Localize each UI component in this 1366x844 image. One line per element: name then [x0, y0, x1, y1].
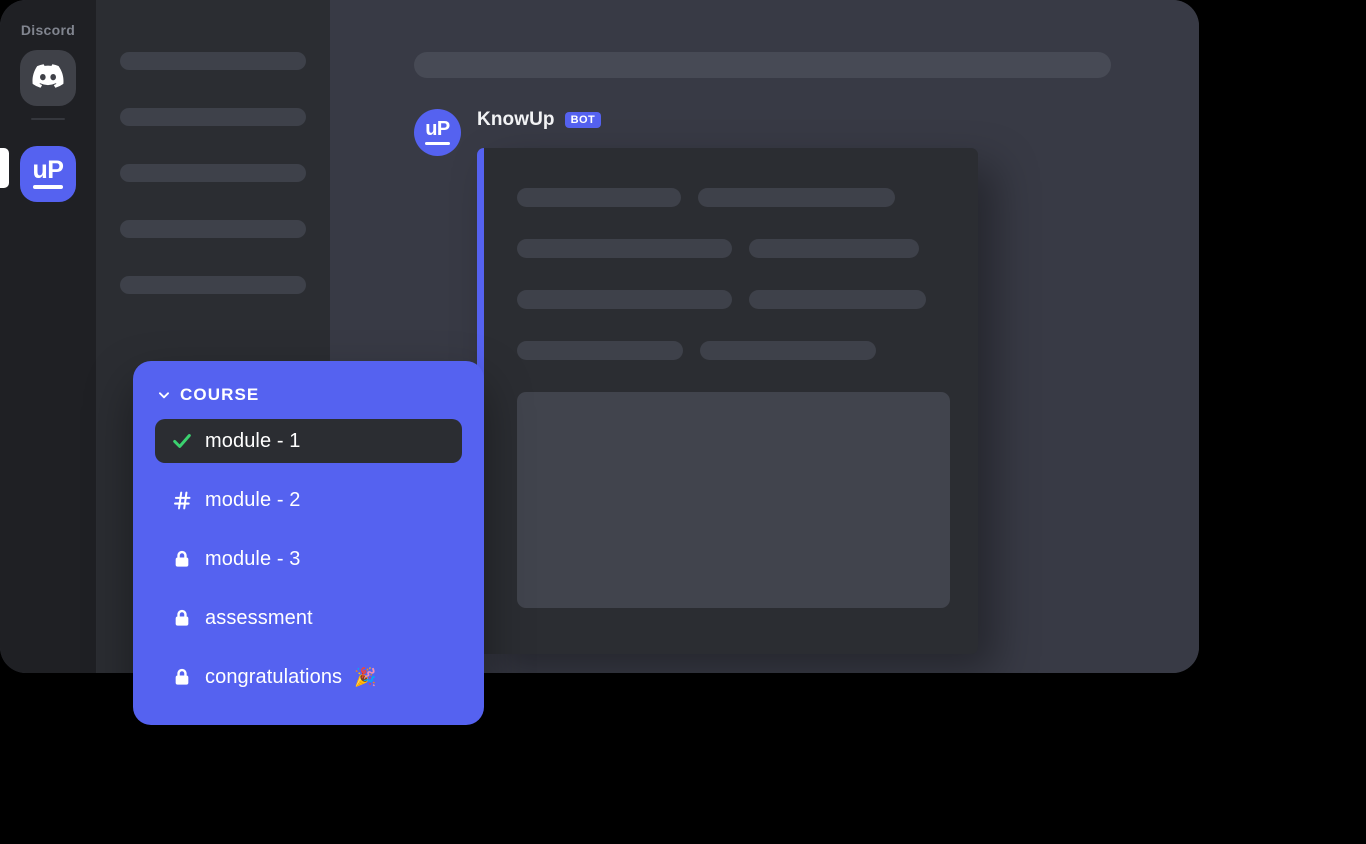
channel-skeleton-item [120, 220, 306, 238]
course-item-label: module - 1 [205, 429, 301, 452]
embed-field-skeleton [517, 341, 683, 360]
embed-field-skeleton [698, 188, 895, 207]
hash-icon [171, 490, 193, 511]
chat-topbar-skeleton [414, 52, 1111, 78]
course-panel: COURSE module - 1 module - 2 module - 3 … [133, 361, 484, 725]
course-item-congratulations[interactable]: congratulations 🎉 [155, 655, 462, 699]
channel-skeleton-item [120, 164, 306, 182]
course-item-assessment[interactable]: assessment [155, 596, 462, 640]
avatar-logo-underline [425, 142, 450, 145]
course-category-label: COURSE [180, 385, 260, 404]
lock-icon [171, 667, 193, 687]
channel-skeleton-item [120, 276, 306, 294]
course-item-label: assessment [205, 606, 313, 629]
embed-field-skeleton [700, 341, 876, 360]
course-item-module-3[interactable]: module - 3 [155, 537, 462, 581]
channel-skeleton-item [120, 108, 306, 126]
bot-badge: BOT [564, 112, 602, 128]
server-icon-knowup[interactable]: uP [20, 146, 76, 202]
embed-image-skeleton [517, 392, 950, 608]
avatar[interactable]: uP [414, 109, 461, 156]
message-embed [477, 148, 978, 654]
embed-field-skeleton [517, 239, 732, 258]
up-logo-icon: uP [32, 155, 64, 190]
message-header: KnowUp BOT [477, 108, 1143, 132]
embed-field-skeleton [749, 239, 919, 258]
message-author-name[interactable]: KnowUp [477, 109, 555, 131]
message-body: KnowUp BOT [477, 108, 1143, 654]
channel-skeleton-item [120, 52, 306, 70]
lock-icon [171, 549, 193, 569]
server-rail: Discord uP [0, 0, 96, 673]
discord-brand-label: Discord [20, 22, 76, 38]
embed-field-row [517, 188, 950, 207]
embed-field-row [517, 290, 950, 309]
embed-field-row [517, 341, 950, 360]
up-logo-icon: uP [425, 118, 450, 145]
party-popper-emoji: 🎉 [354, 666, 377, 687]
up-logo-text: uP [32, 155, 64, 184]
embed-field-skeleton [517, 290, 732, 309]
course-item-label: module - 2 [205, 488, 301, 511]
course-item-module-1[interactable]: module - 1 [155, 419, 462, 463]
embed-field-skeleton [749, 290, 926, 309]
course-category-header[interactable]: COURSE [155, 385, 462, 405]
course-item-label: congratulations [205, 665, 343, 688]
up-logo-underline [32, 185, 63, 190]
course-item-label: module - 3 [205, 547, 301, 570]
discord-logo-icon [32, 63, 64, 93]
embed-field-row [517, 239, 950, 258]
bot-message: uP KnowUp BOT [414, 108, 1143, 654]
lock-icon [171, 608, 193, 628]
server-icon-discord[interactable] [20, 50, 76, 106]
embed-field-skeleton [517, 188, 681, 207]
active-server-indicator [0, 148, 9, 188]
check-icon [171, 430, 193, 452]
avatar-logo-text: uP [425, 118, 450, 140]
course-item-module-2[interactable]: module - 2 [155, 478, 462, 522]
chevron-down-icon [157, 388, 171, 402]
rail-divider [31, 118, 65, 120]
